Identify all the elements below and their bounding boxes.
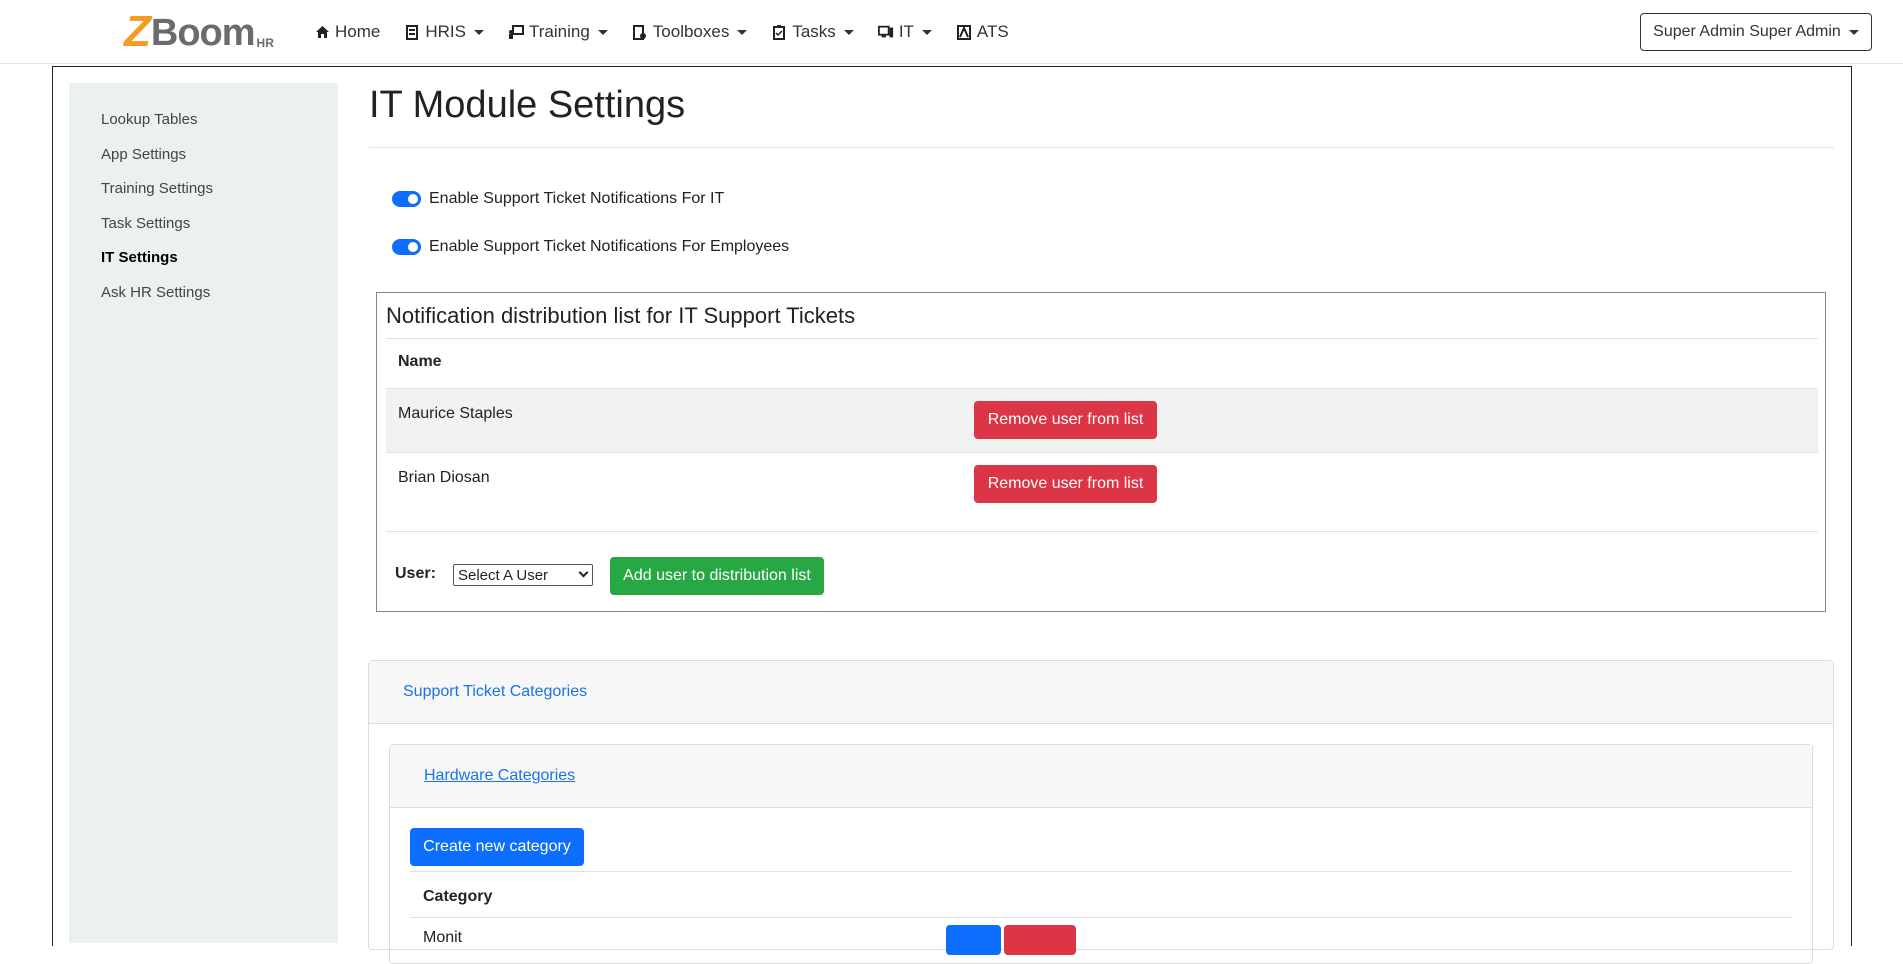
hardware-categories-card: Hardware Categories Create new category … xyxy=(389,744,1813,964)
nav-toolboxes[interactable]: Toolboxes xyxy=(632,20,748,44)
add-user-button[interactable]: Add user to distribution list xyxy=(610,557,824,595)
nav-hris[interactable]: HRIS xyxy=(404,20,484,44)
table-row: Brian Diosan Remove user from list xyxy=(386,453,1818,516)
table-divider xyxy=(386,531,1818,532)
title-divider xyxy=(369,147,1834,148)
table-divider xyxy=(410,871,1792,872)
user-select-dropdown[interactable]: Select A User xyxy=(453,564,593,586)
nav-tasks[interactable]: Tasks xyxy=(771,20,854,44)
create-category-button[interactable]: Create new category xyxy=(410,828,584,866)
column-header-category: Category xyxy=(423,888,493,905)
chevron-down-icon xyxy=(473,29,484,35)
category-name: Monit xyxy=(423,929,463,946)
sidebar-item-task-settings[interactable]: Task Settings xyxy=(101,215,190,232)
row-user-name: Brian Diosan xyxy=(398,469,490,486)
toggle-switch[interactable] xyxy=(392,191,421,207)
logo-boom: Boom xyxy=(150,12,256,54)
user-menu-button[interactable]: Super Admin Super Admin xyxy=(1640,13,1872,51)
toggle-employee-notifications[interactable]: Enable Support Ticket Notifications For … xyxy=(392,238,789,256)
desktop-icon xyxy=(877,24,894,40)
nav-ats[interactable]: ATS xyxy=(956,20,1009,44)
remove-user-button[interactable]: Remove user from list xyxy=(974,465,1157,503)
id-card-icon xyxy=(404,24,420,40)
table-divider xyxy=(386,338,1818,339)
chevron-down-icon xyxy=(578,567,589,578)
nav-ats-label: ATS xyxy=(976,22,1009,41)
page-title: IT Module Settings xyxy=(369,84,686,126)
card-header: Support Ticket Categories xyxy=(369,661,1833,724)
chevron-down-icon xyxy=(1848,29,1859,35)
clipboard-icon xyxy=(771,24,787,40)
user-select-label: User: xyxy=(395,565,436,582)
user-select-value: Select A User xyxy=(458,566,549,584)
column-header-name: Name xyxy=(398,353,442,370)
support-ticket-categories-card: Support Ticket Categories Hardware Categ… xyxy=(368,660,1834,964)
ats-icon xyxy=(956,24,972,40)
settings-sidebar: Lookup Tables App Settings Training Sett… xyxy=(69,83,338,943)
home-icon xyxy=(314,24,330,40)
logo-z: Z xyxy=(124,7,151,56)
nav-tasks-label: Tasks xyxy=(792,22,836,41)
sidebar-item-training-settings[interactable]: Training Settings xyxy=(101,180,213,197)
toggle-it-label: Enable Support Ticket Notifications For … xyxy=(429,190,725,207)
nav-training-label: Training xyxy=(528,22,590,41)
nav-home-label: Home xyxy=(335,22,381,41)
nav-training[interactable]: Training xyxy=(508,20,608,44)
distribution-title: Notification distribution list for IT Su… xyxy=(386,303,856,328)
distribution-list-panel: Notification distribution list for IT Su… xyxy=(376,292,1826,612)
chevron-down-icon xyxy=(921,29,932,35)
nav-home[interactable]: Home xyxy=(314,20,380,44)
zboom-logo[interactable]: Z Boom HR xyxy=(124,7,274,56)
edit-category-button[interactable] xyxy=(946,925,1001,955)
toolbox-icon xyxy=(632,24,648,40)
top-navbar: Z Boom HR Home HRIS Training Toolboxes T… xyxy=(0,0,1903,64)
nav-toolboxes-label: Toolboxes xyxy=(652,22,730,41)
table-divider xyxy=(410,917,1792,918)
nav-it-label: IT xyxy=(898,22,914,41)
nav-hris-label: HRIS xyxy=(425,22,466,41)
chevron-down-icon xyxy=(843,29,854,35)
logo-hr: HR xyxy=(256,36,274,50)
delete-category-button[interactable] xyxy=(1004,925,1076,955)
user-menu-label: Super Admin Super Admin xyxy=(1653,23,1841,40)
toggle-switch[interactable] xyxy=(392,239,421,255)
support-ticket-categories-link[interactable]: Support Ticket Categories xyxy=(403,683,587,701)
main-nav: Home HRIS Training Toolboxes Tasks IT AT… xyxy=(314,20,1033,44)
nav-it[interactable]: IT xyxy=(877,20,932,44)
toggle-it-notifications[interactable]: Enable Support Ticket Notifications For … xyxy=(392,190,724,208)
toggle-employees-label: Enable Support Ticket Notifications For … xyxy=(429,238,790,255)
chevron-down-icon xyxy=(597,29,608,35)
sidebar-item-lookup-tables[interactable]: Lookup Tables xyxy=(101,111,197,128)
row-user-name: Maurice Staples xyxy=(398,405,513,422)
table-row: Maurice Staples Remove user from list xyxy=(386,389,1818,452)
inner-card-header: Hardware Categories xyxy=(390,745,1812,808)
chevron-down-icon xyxy=(737,29,748,35)
sidebar-item-ask-hr-settings[interactable]: Ask HR Settings xyxy=(101,284,210,301)
hardware-categories-link[interactable]: Hardware Categories xyxy=(424,767,575,785)
sidebar-item-it-settings[interactable]: IT Settings xyxy=(101,249,178,266)
teacher-icon xyxy=(508,24,524,40)
sidebar-item-app-settings[interactable]: App Settings xyxy=(101,146,186,163)
remove-user-button[interactable]: Remove user from list xyxy=(974,401,1157,439)
